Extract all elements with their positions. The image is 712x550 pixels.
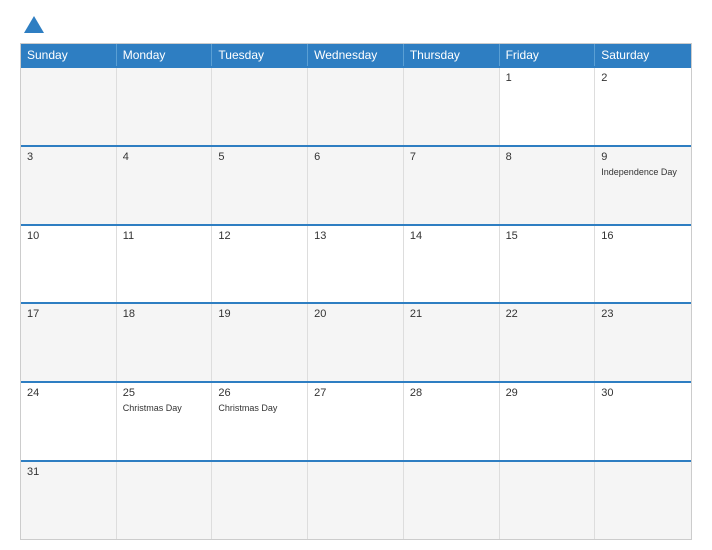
day-cell-3-7: 16: [595, 226, 691, 303]
day-cell-6-3: [212, 462, 308, 539]
day-number: 18: [123, 308, 206, 320]
day-cell-6-5: [404, 462, 500, 539]
day-cell-2-6: 8: [500, 147, 596, 224]
day-number: 24: [27, 387, 110, 399]
day-cell-3-3: 12: [212, 226, 308, 303]
day-number: 16: [601, 230, 685, 242]
day-header-sunday: Sunday: [21, 44, 117, 66]
day-header-monday: Monday: [117, 44, 213, 66]
day-number: 22: [506, 308, 589, 320]
day-number: 17: [27, 308, 110, 320]
logo: [20, 16, 44, 35]
calendar: SundayMondayTuesdayWednesdayThursdayFrid…: [20, 43, 692, 540]
day-number: 28: [410, 387, 493, 399]
day-cell-4-4: 20: [308, 304, 404, 381]
day-cell-6-4: [308, 462, 404, 539]
day-cell-4-6: 22: [500, 304, 596, 381]
day-cell-3-5: 14: [404, 226, 500, 303]
day-cell-5-4: 27: [308, 383, 404, 460]
day-cell-6-1: 31: [21, 462, 117, 539]
day-header-tuesday: Tuesday: [212, 44, 308, 66]
day-cell-6-7: [595, 462, 691, 539]
weeks: 123456789Independence Day101112131415161…: [21, 66, 691, 539]
holiday-label: Independence Day: [601, 167, 685, 178]
day-number: 27: [314, 387, 397, 399]
day-cell-5-5: 28: [404, 383, 500, 460]
day-number: 3: [27, 151, 110, 163]
day-cell-6-6: [500, 462, 596, 539]
day-cell-2-5: 7: [404, 147, 500, 224]
day-header-saturday: Saturday: [595, 44, 691, 66]
day-cell-1-3: [212, 68, 308, 145]
day-cell-1-6: 1: [500, 68, 596, 145]
day-cell-5-6: 29: [500, 383, 596, 460]
day-number: 12: [218, 230, 301, 242]
day-cell-2-2: 4: [117, 147, 213, 224]
day-cell-1-7: 2: [595, 68, 691, 145]
page: SundayMondayTuesdayWednesdayThursdayFrid…: [0, 0, 712, 550]
day-cell-3-6: 15: [500, 226, 596, 303]
day-number: 9: [601, 151, 685, 163]
week-row-5: 24 25 Christmas Day 26 Christmas Day 27 28 29 30: [21, 381, 691, 460]
day-number: 30: [601, 387, 685, 399]
day-cell-5-1: 24: [21, 383, 117, 460]
day-number: 6: [314, 151, 397, 163]
day-cell-1-5: [404, 68, 500, 145]
day-number: 26: [218, 387, 301, 399]
day-headers: SundayMondayTuesdayWednesdayThursdayFrid…: [21, 44, 691, 66]
day-cell-2-1: 3: [21, 147, 117, 224]
day-number: 20: [314, 308, 397, 320]
day-number: 19: [218, 308, 301, 320]
logo-triangle-icon: [24, 16, 44, 33]
day-number: 1: [506, 72, 589, 84]
week-row-4: 17 18 19 20 21 22 23: [21, 302, 691, 381]
day-cell-1-2: [117, 68, 213, 145]
day-number: 8: [506, 151, 589, 163]
holiday-label: Christmas Day: [218, 403, 301, 414]
day-cell-6-2: [117, 462, 213, 539]
week-row-1: 12: [21, 66, 691, 145]
day-cell-2-7: 9 Independence Day: [595, 147, 691, 224]
day-cell-3-1: 10: [21, 226, 117, 303]
day-number: 5: [218, 151, 301, 163]
day-header-friday: Friday: [500, 44, 596, 66]
day-number: 31: [27, 466, 110, 478]
day-number: 10: [27, 230, 110, 242]
day-number: 7: [410, 151, 493, 163]
day-cell-1-4: [308, 68, 404, 145]
day-cell-3-4: 13: [308, 226, 404, 303]
week-row-6: 31: [21, 460, 691, 539]
day-number: 11: [123, 230, 206, 242]
day-cell-4-5: 21: [404, 304, 500, 381]
day-cell-3-2: 11: [117, 226, 213, 303]
week-row-2: 3456789Independence Day: [21, 145, 691, 224]
day-number: 2: [601, 72, 685, 84]
header: [20, 16, 692, 35]
day-cell-1-1: [21, 68, 117, 145]
day-cell-4-1: 17: [21, 304, 117, 381]
day-cell-2-3: 5: [212, 147, 308, 224]
day-header-wednesday: Wednesday: [308, 44, 404, 66]
day-cell-5-3: 26 Christmas Day: [212, 383, 308, 460]
day-number: 21: [410, 308, 493, 320]
day-cell-4-7: 23: [595, 304, 691, 381]
day-number: 29: [506, 387, 589, 399]
day-cell-4-3: 19: [212, 304, 308, 381]
week-row-3: 10 11 12 13 14 15 16: [21, 224, 691, 303]
day-number: 4: [123, 151, 206, 163]
holiday-label: Christmas Day: [123, 403, 206, 414]
day-number: 25: [123, 387, 206, 399]
day-cell-2-4: 6: [308, 147, 404, 224]
day-cell-5-2: 25 Christmas Day: [117, 383, 213, 460]
day-number: 13: [314, 230, 397, 242]
day-number: 23: [601, 308, 685, 320]
day-header-thursday: Thursday: [404, 44, 500, 66]
day-cell-4-2: 18: [117, 304, 213, 381]
day-cell-5-7: 30: [595, 383, 691, 460]
day-number: 15: [506, 230, 589, 242]
day-number: 14: [410, 230, 493, 242]
